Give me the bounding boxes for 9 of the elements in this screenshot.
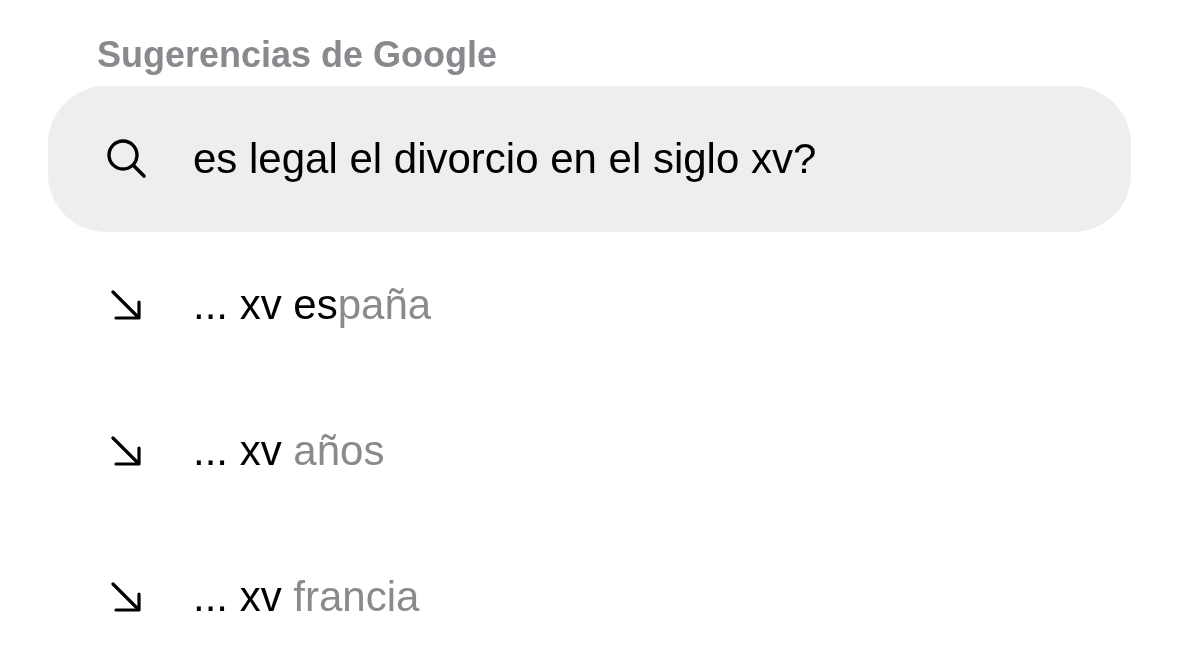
search-suggestion[interactable]: es legal el divorcio en el siglo xv? <box>48 86 1131 232</box>
diagonal-arrow-icon <box>111 290 141 320</box>
completion-suggestion[interactable]: ... xv españa <box>48 232 1131 378</box>
completion-suggestion[interactable]: ... xv francia <box>48 524 1131 659</box>
completion-suggestion[interactable]: ... xv años <box>48 378 1131 524</box>
section-title: Sugerencias de Google <box>97 33 498 77</box>
diagonal-arrow-icon <box>111 582 141 612</box>
search-icon <box>105 138 147 180</box>
diagonal-arrow-icon <box>111 436 141 466</box>
